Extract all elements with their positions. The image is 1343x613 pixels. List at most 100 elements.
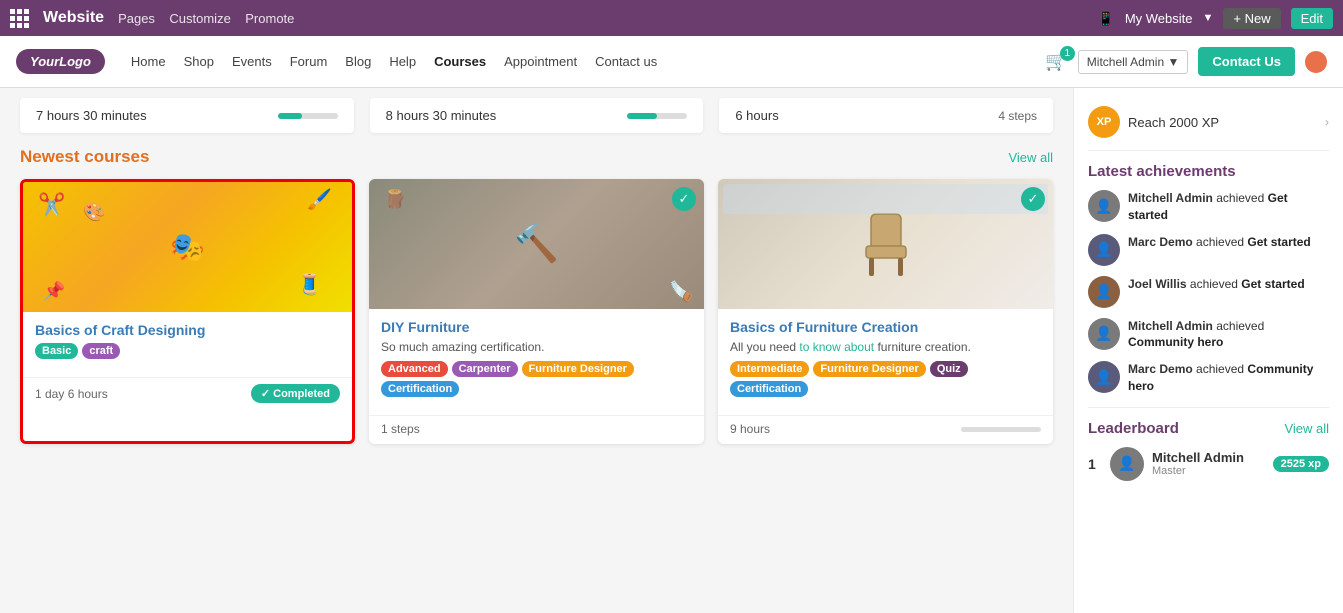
- course-title-craft: Basics of Craft Designing: [35, 322, 340, 338]
- tag-quiz: Quiz: [930, 361, 968, 377]
- nav-appointment[interactable]: Appointment: [496, 49, 585, 74]
- logo-text: YourLogo: [30, 54, 91, 69]
- edit-button[interactable]: Edit: [1291, 8, 1333, 29]
- achievement-text-3: Mitchell Admin achieved Community hero: [1128, 318, 1329, 352]
- site-nav-links: Home Shop Events Forum Blog Help Courses…: [123, 49, 1045, 74]
- check-badge-furniture: ✓: [1021, 187, 1045, 211]
- contact-us-button[interactable]: Contact Us: [1198, 47, 1295, 76]
- completed-badge: ✓ Completed: [251, 384, 340, 403]
- progress-bar-track-0: [278, 113, 338, 119]
- achievement-label-3: Community hero: [1128, 335, 1223, 349]
- nav-forum[interactable]: Forum: [282, 49, 336, 74]
- tag-carpenter: Carpenter: [452, 361, 518, 377]
- nav-blog[interactable]: Blog: [337, 49, 379, 74]
- achievement-item-3: 👤 Mitchell Admin achieved Community hero: [1088, 318, 1329, 352]
- achievement-avatar-joel-2: 👤: [1088, 276, 1120, 308]
- duration-text-2: 6 hours: [735, 108, 778, 123]
- leaderboard-viewall-link[interactable]: View all: [1284, 421, 1329, 436]
- xp-badge-0: 2525 xp: [1273, 456, 1329, 472]
- section-header: Newest courses View all: [20, 147, 1053, 167]
- user-name: Mitchell Admin: [1087, 55, 1164, 69]
- progress-bar-1: [627, 113, 687, 119]
- achievement-action-0: achieved: [1216, 191, 1267, 205]
- achievement-avatar-marc-4: 👤: [1088, 361, 1120, 393]
- new-button[interactable]: + New: [1223, 8, 1280, 29]
- achievement-item-0: 👤 Mitchell Admin achieved Get started: [1088, 190, 1329, 224]
- dropdown-arrow-mywebsite: ▼: [1202, 12, 1213, 24]
- tag-intermediate: Intermediate: [730, 361, 809, 377]
- course-card-furniture[interactable]: ✓ Basics of Furniture Creation All you n…: [718, 179, 1053, 444]
- site-nav-right: 🛒 1 Mitchell Admin ▼ Contact Us: [1045, 47, 1327, 76]
- achievement-text-0: Mitchell Admin achieved Get started: [1128, 190, 1329, 224]
- content-area: 7 hours 30 minutes 8 hours 30 minutes 6 …: [0, 88, 1073, 613]
- nav-home[interactable]: Home: [123, 49, 174, 74]
- progress-bar-track-1: [627, 113, 687, 119]
- tag-furniture-designer2: Furniture Designer: [813, 361, 925, 377]
- achievement-text-4: Marc Demo achieved Community hero: [1128, 361, 1329, 395]
- lb-level-0: Master: [1152, 465, 1265, 477]
- admin-nav-promote[interactable]: Promote: [245, 11, 294, 26]
- achievement-user-4: Marc Demo: [1128, 362, 1193, 376]
- achievement-action-1: achieved: [1196, 235, 1247, 249]
- nav-courses[interactable]: Courses: [426, 49, 494, 74]
- admin-bar: Website Pages Customize Promote 📱 My Web…: [0, 0, 1343, 36]
- leaderboard-item-0: 1 👤 Mitchell Admin Master 2525 xp: [1088, 447, 1329, 481]
- duration-craft: 1 day 6 hours: [35, 387, 108, 401]
- duration-card-1: 8 hours 30 minutes: [370, 98, 704, 133]
- achievement-user-2: Joel Willis: [1128, 277, 1187, 291]
- lb-avatar-0: 👤: [1110, 447, 1144, 481]
- duration-card-0: 7 hours 30 minutes: [20, 98, 354, 133]
- course-cards: ✂️ 🎨 🖌️ 📌 🧵 🎭 Basics of Craft Designing …: [20, 179, 1053, 444]
- view-all-link[interactable]: View all: [1008, 150, 1053, 165]
- admin-bar-right: 📱 My Website ▼ + New Edit: [1097, 8, 1333, 29]
- nav-shop[interactable]: Shop: [176, 49, 222, 74]
- cart-badge: 1: [1060, 46, 1075, 61]
- course-title-diy: DIY Furniture: [381, 319, 692, 335]
- xp-arrow-icon: ›: [1325, 115, 1329, 129]
- achievement-avatar-marc-1: 👤: [1088, 234, 1120, 266]
- achievements-title: Latest achievements: [1088, 163, 1329, 180]
- cart-icon[interactable]: 🛒 1: [1045, 51, 1067, 72]
- user-avatar-icon: [1305, 51, 1327, 73]
- achievement-text-1: Marc Demo achieved Get started: [1128, 234, 1311, 251]
- tag-certification: Certification: [381, 381, 459, 397]
- user-dropdown[interactable]: Mitchell Admin ▼: [1078, 50, 1189, 74]
- achievement-label-2: Get started: [1241, 277, 1304, 291]
- my-website-button[interactable]: My Website: [1125, 11, 1193, 26]
- duration-card-2: 6 hours 4 steps: [719, 98, 1053, 133]
- steps-diy: 1 steps: [381, 422, 420, 436]
- logo: YourLogo: [16, 49, 105, 74]
- course-image-furniture: ✓: [718, 179, 1053, 309]
- admin-nav-pages[interactable]: Pages: [118, 11, 155, 26]
- chair-svg: [851, 204, 921, 284]
- nav-contact-us[interactable]: Contact us: [587, 49, 665, 74]
- duration-text-1: 8 hours 30 minutes: [386, 108, 497, 123]
- steps-text-2: 4 steps: [998, 109, 1037, 123]
- achievement-action-4: achieved: [1196, 362, 1247, 376]
- reach-xp-text: Reach 2000 XP: [1128, 115, 1317, 130]
- leaderboard-title: Leaderboard: [1088, 420, 1179, 437]
- course-tags-diy: Advanced Carpenter Furniture Designer Ce…: [381, 361, 692, 397]
- site-nav: YourLogo Home Shop Events Forum Blog Hel…: [0, 36, 1343, 88]
- achievement-action-2: achieved: [1190, 277, 1241, 291]
- admin-brand: Website: [43, 9, 104, 27]
- main-layout: 7 hours 30 minutes 8 hours 30 minutes 6 …: [0, 88, 1343, 613]
- course-card-craft[interactable]: ✂️ 🎨 🖌️ 📌 🧵 🎭 Basics of Craft Designing …: [20, 179, 355, 444]
- reach-xp-row: XP Reach 2000 XP ›: [1088, 100, 1329, 151]
- grid-icon[interactable]: [10, 9, 29, 28]
- admin-nav: Pages Customize Promote: [118, 11, 294, 26]
- achievement-user-3: Mitchell Admin: [1128, 319, 1213, 333]
- achievement-action-3: achieved: [1216, 319, 1264, 333]
- achievement-user-1: Marc Demo: [1128, 235, 1193, 249]
- tag-certification2: Certification: [730, 381, 808, 397]
- course-desc-furniture: All you need to know about furniture cre…: [730, 340, 1041, 354]
- achievement-user-0: Mitchell Admin: [1128, 191, 1213, 205]
- nav-events[interactable]: Events: [224, 49, 280, 74]
- desc-end: furniture creation.: [874, 340, 971, 354]
- admin-nav-customize[interactable]: Customize: [169, 11, 230, 26]
- course-card-diy[interactable]: 🔨 🪚 🪵 ✓ DIY Furniture So much amazing ce…: [369, 179, 704, 444]
- duration-text-0: 7 hours 30 minutes: [36, 108, 147, 123]
- admin-bar-left: Website Pages Customize Promote: [10, 9, 1085, 28]
- nav-help[interactable]: Help: [381, 49, 424, 74]
- xp-circle: XP: [1088, 106, 1120, 138]
